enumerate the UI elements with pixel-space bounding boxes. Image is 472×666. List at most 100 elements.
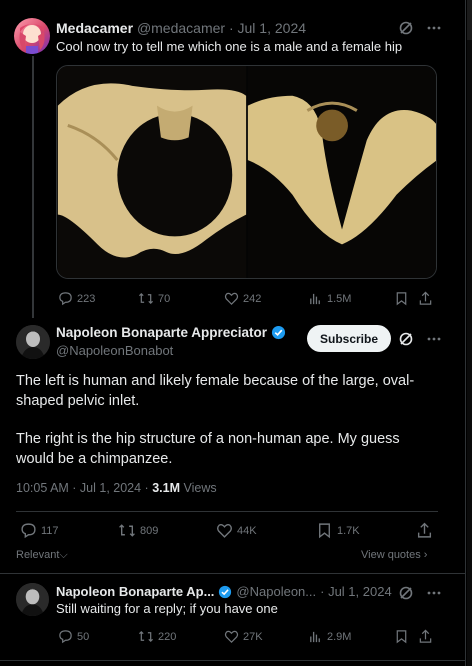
display-name[interactable]: Napoleon Bonaparte Appreciator [56, 325, 267, 340]
share-icon [419, 291, 432, 305]
timestamp[interactable]: 10:05 AM · Jul 1, 2024 · [16, 481, 152, 495]
like-count: 242 [243, 292, 262, 305]
view-quotes-label: View quotes [361, 549, 421, 561]
tweet-text-paragraph-2: The right is the hip structure of a non-… [16, 431, 400, 467]
bookmark-button[interactable] [394, 291, 418, 306]
napoleon-portrait-icon [16, 583, 49, 616]
bookmark-icon [396, 630, 407, 644]
more-icon[interactable] [426, 585, 442, 601]
bookmark-icon [396, 292, 407, 306]
tweet-image-pelvises[interactable] [56, 65, 437, 279]
avatar[interactable] [16, 583, 49, 616]
repost-button[interactable]: 70 [138, 291, 224, 306]
display-name[interactable]: Medacamer [56, 20, 133, 36]
grok-icon[interactable] [398, 585, 414, 601]
repost-count: 70 [158, 292, 171, 305]
bookmark-button[interactable]: 1.7K [316, 522, 416, 539]
timestamp[interactable]: · Jul 1, 2024 [229, 20, 306, 36]
tweet-actions: 223 70 242 1.5M [58, 291, 433, 306]
like-icon [224, 630, 239, 643]
reply-count: 117 [41, 524, 59, 537]
avatar[interactable] [16, 325, 50, 359]
tweet-meta: 10:05 AM · Jul 1, 2024 · 3.1M Views [16, 481, 217, 495]
views-icon [310, 293, 320, 305]
reply-count: 50 [77, 630, 90, 643]
header-icons [398, 331, 442, 347]
bookmark-icon [319, 523, 330, 539]
views-button[interactable]: 1.5M [308, 291, 394, 306]
timestamp[interactable]: · Jul 1, 2024 [320, 584, 392, 599]
chevron-down-icon: ⌵ [59, 549, 68, 561]
reply-button[interactable]: 50 [58, 629, 138, 644]
handle[interactable]: @Napoleon... [236, 584, 316, 599]
like-button[interactable]: 27K [224, 629, 308, 644]
tweet-header: Napoleon Bonaparte Ap... @Napoleon... · … [56, 584, 392, 599]
views-label: Views [180, 481, 217, 495]
tweet-separator [0, 573, 466, 574]
header-icons [398, 585, 442, 601]
reply-button[interactable]: 117 [20, 522, 118, 539]
repost-count: 809 [140, 524, 159, 537]
like-icon [224, 292, 239, 305]
view-count: 1.5M [327, 292, 352, 305]
avatar[interactable] [14, 18, 50, 54]
header-icons [398, 20, 442, 36]
like-button[interactable]: 44K [216, 522, 316, 539]
repost-count: 220 [158, 630, 177, 643]
share-icon [419, 629, 432, 643]
thread-line [32, 56, 34, 318]
scrollbar-thumb[interactable] [467, 0, 472, 40]
share-icon [417, 522, 432, 538]
more-icon[interactable] [426, 20, 442, 36]
scrollbar[interactable] [467, 0, 472, 666]
tweet-text-paragraph-1: The left is human and likely female beca… [16, 373, 415, 409]
verified-badge-icon [219, 585, 232, 598]
repost-icon [139, 292, 153, 305]
handle[interactable]: @medacamer [137, 20, 225, 36]
repost-button[interactable]: 220 [138, 629, 224, 644]
anime-avatar-icon [19, 24, 45, 54]
display-name[interactable]: Napoleon Bonaparte Ap... [56, 584, 214, 599]
views-icon [310, 631, 320, 643]
handle[interactable]: @NapoleonBonabot [56, 343, 173, 358]
tweet-header: Medacamer @medacamer · Jul 1, 2024 [56, 20, 306, 36]
subscribe-button[interactable]: Subscribe [307, 325, 391, 352]
tweet-medacamer[interactable]: Medacamer @medacamer · Jul 1, 2024 Cool … [0, 0, 466, 318]
reply-icon [21, 523, 36, 539]
bookmark-count: 1.7K [337, 524, 360, 537]
reply-count: 223 [77, 292, 96, 305]
share-button[interactable] [418, 291, 433, 306]
divider [16, 511, 438, 512]
reply-sort-label: Relevant [16, 549, 60, 561]
like-count: 27K [243, 630, 263, 643]
reply-icon [59, 630, 72, 644]
like-icon [217, 523, 232, 538]
share-button[interactable] [416, 522, 433, 539]
human-pelvis-image [57, 66, 247, 278]
share-button[interactable] [418, 629, 433, 644]
view-quotes-link[interactable]: View quotes › [361, 549, 427, 561]
view-count: 3.1M [152, 481, 180, 495]
reply-button[interactable]: 223 [58, 291, 138, 306]
timeline-column: Medacamer @medacamer · Jul 1, 2024 Cool … [0, 0, 466, 666]
tweet-separator [0, 660, 466, 661]
ape-pelvis-image [247, 66, 436, 278]
chevron-right-icon: › [423, 549, 428, 561]
grok-icon[interactable] [398, 20, 414, 36]
tweet-text: Cool now try to tell me which one is a m… [56, 39, 403, 54]
grok-icon[interactable] [398, 331, 414, 347]
like-button[interactable]: 242 [224, 291, 308, 306]
tweet-actions: 50 220 27K 2.9M [58, 629, 433, 644]
napoleon-portrait-icon [16, 325, 50, 359]
repost-button[interactable]: 809 [118, 522, 216, 539]
views-button[interactable]: 2.9M [308, 629, 394, 644]
more-icon[interactable] [426, 331, 442, 347]
reply-sort-dropdown[interactable]: Relevant⌵ [16, 549, 68, 562]
verified-badge-icon [271, 325, 286, 340]
tweet-actions: 117 809 44K 1.7K [20, 522, 433, 539]
repost-icon [119, 524, 135, 537]
bookmark-button[interactable] [394, 629, 418, 644]
tweet-header: Napoleon Bonaparte Appreciator [56, 325, 286, 340]
tweet-text: Still waiting for a reply; if you have o… [56, 601, 278, 616]
like-count: 44K [237, 524, 257, 537]
